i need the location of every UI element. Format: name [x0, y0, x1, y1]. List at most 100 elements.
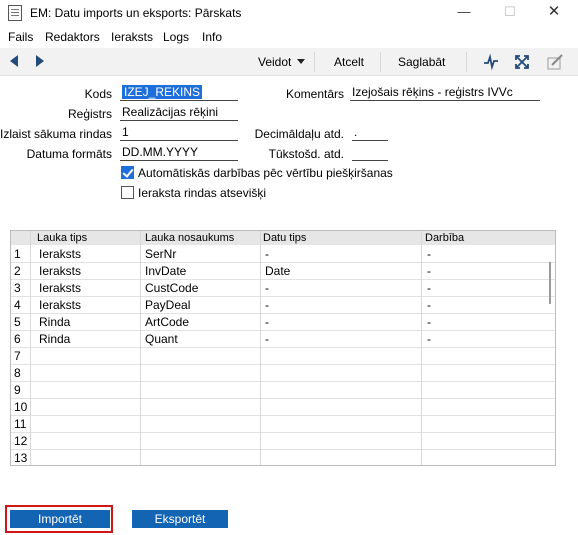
grid-cell-type[interactable]: Ieraksts [39, 263, 81, 279]
separate-rows-label: Ieraksta rindas atsevišķi [138, 186, 267, 200]
menu-editor[interactable]: Redaktors [45, 30, 100, 44]
code-field[interactable]: IZEJ_REKINS [120, 85, 238, 101]
grid-scrollbar[interactable] [545, 246, 555, 465]
auto-actions-label: Automātiskās darbības pēc vērtību piešķi… [138, 166, 393, 180]
create-button[interactable]: Veidot [258, 55, 306, 69]
grid-cell-action[interactable]: - [427, 331, 431, 347]
table-row[interactable]: 1 Ieraksts SerNr - - [11, 246, 555, 263]
grid-cell-type[interactable]: Ieraksts [39, 246, 81, 262]
menu-windows[interactable]: Logs [163, 30, 189, 44]
skip-rows-field[interactable]: 1 [120, 125, 238, 141]
register-field[interactable]: Realizācijas rēķini [120, 105, 238, 121]
fields-grid: Lauka tips Lauka nosaukums Datu tips Dar… [10, 230, 556, 466]
window-title: EM: Datu imports un eksports: Pārskats [30, 6, 242, 20]
table-row[interactable]: 11 [11, 416, 555, 433]
grid-cell-type[interactable]: Ieraksts [39, 297, 81, 313]
grid-cell-action[interactable]: - [427, 263, 431, 279]
menu-file[interactable]: Fails [8, 30, 33, 44]
grid-cell-n: 2 [14, 264, 21, 278]
grid-cell-dtype[interactable]: - [265, 246, 269, 262]
comment-field[interactable]: Izejošais rēķins - reģistrs IVVc [350, 85, 540, 101]
grid-header: Lauka tips Lauka nosaukums Datu tips Dar… [11, 231, 555, 245]
save-button[interactable]: Saglabāt [398, 55, 445, 69]
skip-rows-label: Izlaist sākuma rindas [0, 127, 113, 141]
next-record-icon[interactable] [36, 55, 44, 67]
column-divider [421, 231, 422, 465]
decimal-separator-field[interactable]: . [352, 125, 388, 141]
close-button[interactable]: ✕ [532, 0, 576, 26]
column-divider [140, 231, 141, 465]
grid-cell-dtype[interactable]: Date [265, 263, 290, 279]
column-header-action: Darbība [425, 232, 465, 244]
create-button-label: Veidot [258, 55, 292, 69]
grid-cell-n: 4 [14, 298, 21, 312]
edit-icon[interactable] [546, 53, 564, 71]
maximize-button[interactable]: ☐ [488, 0, 532, 26]
thousands-separator-field[interactable] [352, 145, 388, 161]
title-bar: EM: Datu imports un eksports: Pārskats —… [0, 0, 578, 26]
table-row[interactable]: 4 Ieraksts PayDeal - - [11, 297, 555, 314]
chevron-down-icon [297, 59, 306, 64]
grid-cell-name[interactable]: CustCode [145, 280, 198, 296]
table-row[interactable]: 8 [11, 365, 555, 382]
grid-cell-type[interactable]: Rinda [39, 314, 70, 330]
date-format-field[interactable]: DD.MM.YYYY [120, 145, 238, 161]
table-row[interactable]: 2 Ieraksts InvDate Date - [11, 263, 555, 280]
toolbar: Veidot Atcelt Saglabāt [0, 48, 578, 76]
date-format-label: Datuma formāts [26, 147, 112, 161]
table-row[interactable]: 10 [11, 399, 555, 416]
column-divider [30, 231, 31, 465]
column-header-field-type: Lauka tips [37, 232, 88, 244]
grid-cell-name[interactable]: InvDate [145, 263, 186, 279]
grid-cell-name[interactable]: ArtCode [145, 314, 189, 330]
import-button[interactable]: Importēt [10, 510, 110, 528]
separate-rows-checkbox[interactable] [121, 186, 134, 199]
grid-cell-n: 6 [14, 332, 21, 346]
grid-cell-type[interactable]: Ieraksts [39, 280, 81, 296]
cancel-button[interactable]: Atcelt [334, 55, 364, 69]
grid-cell-type[interactable]: Rinda [39, 331, 70, 347]
minimize-button[interactable]: — [442, 0, 486, 26]
activity-icon[interactable] [482, 53, 500, 71]
grid-cell-n: 8 [14, 366, 21, 380]
table-row[interactable]: 6 Rinda Quant - - [11, 331, 555, 348]
code-value: IZEJ_REKINS [122, 85, 203, 99]
grid-cell-n: 11 [14, 417, 27, 431]
menu-record[interactable]: Ieraksts [111, 30, 153, 44]
toolbar-divider [314, 52, 315, 72]
column-divider [260, 231, 261, 465]
grid-cell-name[interactable]: PayDeal [145, 297, 190, 313]
grid-cell-dtype[interactable]: - [265, 331, 269, 347]
grid-cell-name[interactable]: SerNr [145, 246, 176, 262]
auto-actions-checkbox[interactable] [121, 166, 134, 179]
grid-cell-action[interactable]: - [427, 246, 431, 262]
grid-cell-dtype[interactable]: - [265, 314, 269, 330]
table-row[interactable]: 5 Rinda ArtCode - - [11, 314, 555, 331]
grid-cell-n: 12 [14, 434, 28, 448]
grid-cell-n: 5 [14, 315, 21, 329]
grid-cell-action[interactable]: - [427, 314, 431, 330]
grid-cell-name[interactable]: Quant [145, 331, 178, 347]
decimal-separator-label: Decimāldaļu atd. [254, 127, 344, 141]
grid-cell-n: 1 [14, 247, 21, 261]
table-row[interactable]: 13 [11, 450, 555, 465]
grid-cell-n: 7 [14, 349, 21, 363]
grid-cell-dtype[interactable]: - [265, 280, 269, 296]
table-row[interactable]: 7 [11, 348, 555, 365]
grid-cell-n: 3 [14, 281, 21, 295]
table-row[interactable]: 3 Ieraksts CustCode - - [11, 280, 555, 297]
comment-label: Komentārs [285, 87, 344, 101]
prev-record-icon[interactable] [10, 55, 18, 67]
grid-cell-action[interactable]: - [427, 280, 431, 296]
register-label: Reģistrs [67, 107, 112, 121]
export-button[interactable]: Eksportēt [132, 510, 228, 528]
expand-icon[interactable] [513, 53, 531, 71]
table-row[interactable]: 9 [11, 382, 555, 399]
grid-cell-dtype[interactable]: - [265, 297, 269, 313]
document-icon [8, 5, 22, 21]
scrollbar-thumb[interactable] [549, 262, 551, 304]
code-label: Kods [84, 87, 112, 101]
menu-info[interactable]: Info [202, 30, 222, 44]
grid-cell-action[interactable]: - [427, 297, 431, 313]
table-row[interactable]: 12 [11, 433, 555, 450]
